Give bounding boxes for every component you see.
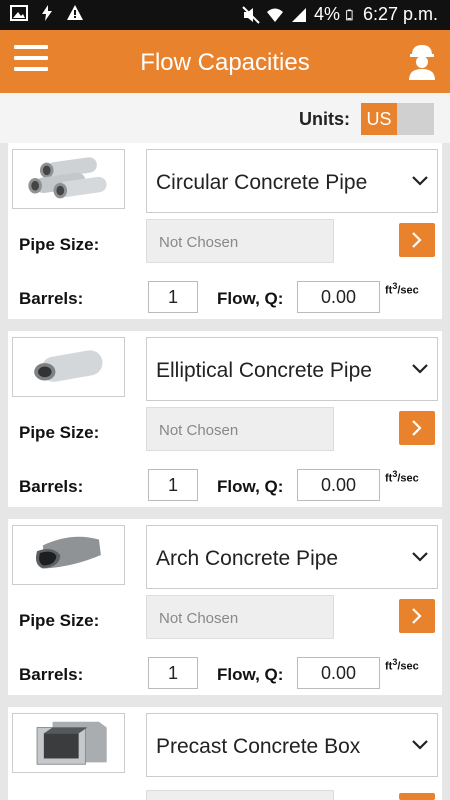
arch-pipe-icon	[12, 525, 125, 585]
flow-label: Flow, Q:	[217, 665, 284, 684]
barrels-input[interactable]: 1	[148, 469, 198, 501]
pipe-size-select-button[interactable]	[399, 793, 435, 800]
pipe-size-label: Pipe Size:	[19, 235, 100, 254]
units-toggle[interactable]: US	[361, 103, 434, 135]
pipe-card-box: Precast Concrete Box	[8, 707, 442, 800]
flow-unit: ft3/sec	[385, 281, 419, 297]
chevron-right-icon	[412, 420, 422, 436]
flow-input[interactable]: 0.00	[297, 281, 380, 313]
chevron-down-icon	[412, 740, 428, 750]
barrels-input[interactable]: 1	[148, 281, 198, 313]
pipe-size-label: Pipe Size:	[19, 611, 100, 630]
worker-profile-icon[interactable]	[406, 42, 438, 80]
chevron-right-icon	[412, 232, 422, 248]
elliptical-pipe-icon	[12, 337, 125, 397]
chevron-down-icon	[412, 552, 428, 562]
flow-unit: ft3/sec	[385, 469, 419, 485]
battery-percent: 4%	[313, 4, 340, 24]
pipe-size-select-button[interactable]	[399, 411, 435, 445]
barrels-label: Barrels:	[19, 665, 84, 684]
pipe-size-placeholder: Not Chosen	[159, 422, 239, 439]
pipe-card-arch: Arch Concrete Pipe Pipe Size: Not Chosen…	[8, 519, 442, 695]
gallery-icon	[10, 5, 28, 21]
pipe-size-field[interactable]: Not Chosen	[146, 407, 334, 451]
pipe-type-select[interactable]: Elliptical Concrete Pipe	[146, 337, 438, 401]
app-bar: Flow Capacities	[0, 30, 450, 93]
pipe-type-value: Arch Concrete Pipe	[156, 547, 339, 570]
mute-icon	[242, 5, 260, 24]
pipe-size-placeholder: Not Chosen	[159, 234, 239, 251]
page-title: Flow Capacities	[140, 49, 310, 76]
pipe-card-circular: Circular Concrete Pipe Pipe Size: Not Ch…	[8, 143, 442, 319]
pipe-type-select[interactable]: Circular Concrete Pipe	[146, 149, 438, 213]
pipe-type-select[interactable]: Arch Concrete Pipe	[146, 525, 438, 589]
units-label: Units:	[299, 109, 350, 129]
flow-input[interactable]: 0.00	[297, 469, 380, 501]
flow-label: Flow, Q:	[217, 477, 284, 496]
units-active-option: US	[361, 103, 397, 135]
battery-icon	[346, 9, 353, 20]
warning-icon	[67, 5, 83, 20]
pipe-card-elliptical: Elliptical Concrete Pipe Pipe Size: Not …	[8, 331, 442, 507]
flow-label: Flow, Q:	[217, 289, 284, 308]
pipe-type-value: Circular Concrete Pipe	[156, 171, 368, 194]
chevron-down-icon	[412, 176, 428, 186]
pipe-type-value: Elliptical Concrete Pipe	[156, 359, 372, 382]
pipe-type-select[interactable]: Precast Concrete Box	[146, 713, 438, 777]
pipe-size-field[interactable]	[146, 790, 334, 800]
box-culvert-icon	[12, 713, 125, 773]
flow-input[interactable]: 0.00	[297, 657, 380, 689]
pipe-size-select-button[interactable]	[399, 599, 435, 633]
chevron-right-icon	[412, 608, 422, 624]
barrels-label: Barrels:	[19, 289, 84, 308]
pipe-size-label: Pipe Size:	[19, 423, 100, 442]
signal-icon	[291, 7, 306, 22]
pipe-size-placeholder: Not Chosen	[159, 610, 239, 627]
barrels-label: Barrels:	[19, 477, 84, 496]
circular-pipe-icon	[12, 149, 125, 209]
clock: 6:27 p.m.	[362, 4, 438, 24]
flash-icon	[42, 5, 52, 21]
barrels-input[interactable]: 1	[148, 657, 198, 689]
pipe-size-field[interactable]: Not Chosen	[146, 595, 334, 639]
chevron-down-icon	[412, 364, 428, 374]
flow-unit: ft3/sec	[385, 657, 419, 673]
status-bar: 4% 6:27 p.m.	[0, 0, 450, 30]
wifi-icon	[266, 8, 283, 22]
pipe-size-field[interactable]: Not Chosen	[146, 219, 334, 263]
pipe-type-value: Precast Concrete Box	[156, 735, 361, 758]
units-row: Units: US	[0, 93, 450, 143]
pipe-size-select-button[interactable]	[399, 223, 435, 257]
